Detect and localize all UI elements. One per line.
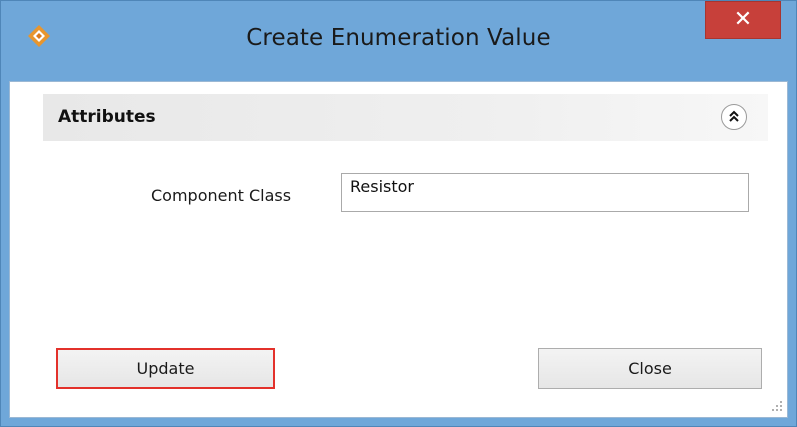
- update-button[interactable]: Update: [56, 348, 275, 389]
- window-title: Create Enumeration Value: [246, 25, 551, 51]
- close-button[interactable]: Close: [538, 348, 762, 389]
- double-chevron-up-icon: [729, 110, 739, 122]
- collapse-section-button[interactable]: [721, 104, 747, 130]
- attributes-section-header: Attributes: [43, 94, 768, 141]
- section-title: Attributes: [58, 107, 156, 127]
- title-bar[interactable]: Create Enumeration Value ✕: [1, 1, 796, 81]
- resize-grip-icon[interactable]: [770, 399, 784, 413]
- component-class-input[interactable]: [341, 173, 749, 212]
- dialog-window: Create Enumeration Value ✕ Attributes Co…: [0, 0, 797, 427]
- component-class-label: Component Class: [151, 186, 292, 205]
- window-close-button[interactable]: ✕: [705, 1, 781, 39]
